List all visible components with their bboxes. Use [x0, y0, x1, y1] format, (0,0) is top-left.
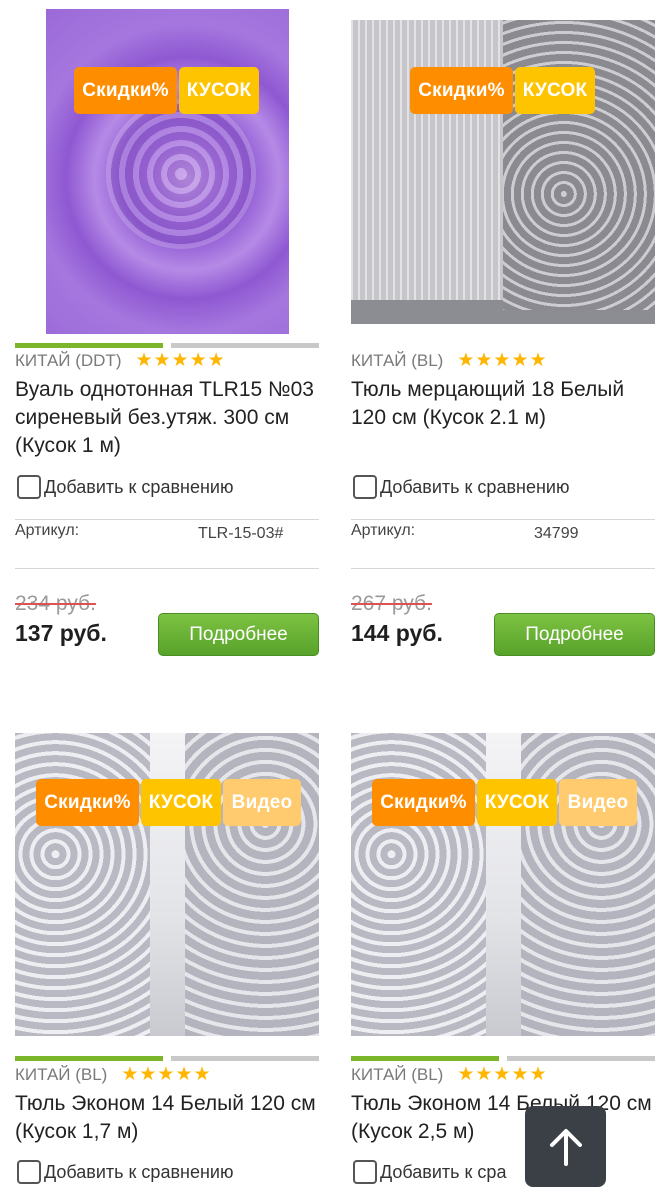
origin-label: КИТАЙ (BL) [15, 1064, 108, 1084]
discount-badge: Скидки% [74, 67, 177, 114]
compare-toggle[interactable]: Добавить к сравнению [17, 475, 233, 499]
compare-label[interactable]: Добавить к сра [380, 1162, 506, 1183]
rating-bar [351, 343, 655, 348]
old-price: 234 руб. [15, 592, 96, 615]
compare-checkbox[interactable] [17, 475, 41, 499]
product-meta: КИТАЙ (BL) ★★★★★ [15, 1063, 212, 1086]
discount-badge: Скидки% [372, 779, 475, 826]
star-rating-icon: ★★★★★ [457, 350, 548, 371]
origin-label: КИТАЙ (BL) [351, 1064, 444, 1084]
piece-badge: КУСОК [141, 779, 221, 826]
divider [15, 568, 319, 569]
divider [351, 519, 655, 520]
product-meta: КИТАЙ (BL) ★★★★★ [351, 349, 548, 372]
compare-label[interactable]: Добавить к сравнению [44, 1162, 233, 1183]
product-card[interactable]: Скидки% КУСОК Видео КИТАЙ (BL) ★★★★★ Тюл… [15, 733, 319, 1184]
arrow-up-icon [549, 1128, 582, 1166]
rating-bar [351, 1056, 655, 1061]
details-button[interactable]: Подробнее [158, 613, 319, 656]
discount-badge: Скидки% [410, 67, 513, 114]
compare-toggle[interactable]: Добавить к сравнению [353, 475, 569, 499]
divider [351, 568, 655, 569]
product-card[interactable]: Скидки% КУСОК КИТАЙ (BL) ★★★★★ Тюль мерц… [351, 0, 655, 656]
details-button[interactable]: Подробнее [494, 613, 655, 656]
product-image[interactable]: Скидки% КУСОК Видео [15, 733, 319, 1036]
product-card[interactable]: Скидки% КУСОК Видео КИТАЙ (BL) ★★★★★ Тюл… [351, 733, 655, 1184]
rating-bar [15, 343, 319, 348]
price: 137 руб. [15, 620, 107, 646]
product-image[interactable]: Скидки% КУСОК Видео [351, 733, 655, 1036]
compare-checkbox[interactable] [17, 1160, 41, 1184]
badge-group: Скидки% КУСОК [74, 67, 259, 114]
sku-value: 34799 [534, 525, 579, 542]
product-image[interactable]: Скидки% КУСОК [351, 0, 655, 336]
origin-label: КИТАЙ (DDT) [15, 350, 122, 370]
sku-label: Артикул: [15, 522, 80, 539]
fabric-photo [351, 20, 655, 324]
product-card[interactable]: Скидки% КУСОК КИТАЙ (DDT) ★★★★★ Вуаль од… [15, 0, 319, 656]
product-image[interactable]: Скидки% КУСОК [15, 0, 319, 336]
product-title[interactable]: Тюль Эконом 14 Белый 120 см (Кусок 1,7 м… [15, 1090, 319, 1146]
piece-badge: КУСОК [515, 67, 595, 114]
video-badge: Видео [559, 779, 637, 826]
badge-group: Скидки% КУСОК Видео [36, 779, 301, 826]
product-meta: КИТАЙ (BL) ★★★★★ [351, 1063, 548, 1086]
discount-badge: Скидки% [36, 779, 139, 826]
star-rating-icon: ★★★★★ [457, 1064, 548, 1085]
compare-label[interactable]: Добавить к сравнению [380, 477, 569, 498]
star-rating-icon: ★★★★★ [121, 1064, 212, 1085]
old-price: 267 руб. [351, 592, 432, 615]
fabric-photo [46, 9, 289, 334]
origin-label: КИТАЙ (BL) [351, 350, 444, 370]
product-title[interactable]: Вуаль однотонная TLR15 №03 сиреневый без… [15, 376, 319, 460]
divider [15, 519, 319, 520]
product-title[interactable]: Тюль мерцающий 18 Белый 120 см (Кусок 2.… [351, 376, 655, 432]
product-meta: КИТАЙ (DDT) ★★★★★ [15, 349, 226, 372]
badge-group: Скидки% КУСОК [410, 67, 595, 114]
price: 144 руб. [351, 620, 443, 646]
scroll-to-top-button[interactable] [525, 1106, 606, 1187]
product-title[interactable]: Тюль Эконом 14 Белый 120 см (Кусок 2,5 м… [351, 1090, 655, 1146]
star-rating-icon: ★★★★★ [135, 350, 226, 371]
compare-checkbox[interactable] [353, 475, 377, 499]
sku-label: Артикул: [351, 522, 416, 539]
compare-toggle[interactable]: Добавить к сра [353, 1160, 506, 1184]
sku-value: TLR-15-03# [198, 525, 284, 542]
badge-group: Скидки% КУСОК Видео [372, 779, 637, 826]
compare-checkbox[interactable] [353, 1160, 377, 1184]
video-badge: Видео [223, 779, 301, 826]
piece-badge: КУСОК [477, 779, 557, 826]
compare-label[interactable]: Добавить к сравнению [44, 477, 233, 498]
rating-bar [15, 1056, 319, 1061]
compare-toggle[interactable]: Добавить к сравнению [17, 1160, 233, 1184]
piece-badge: КУСОК [179, 67, 259, 114]
